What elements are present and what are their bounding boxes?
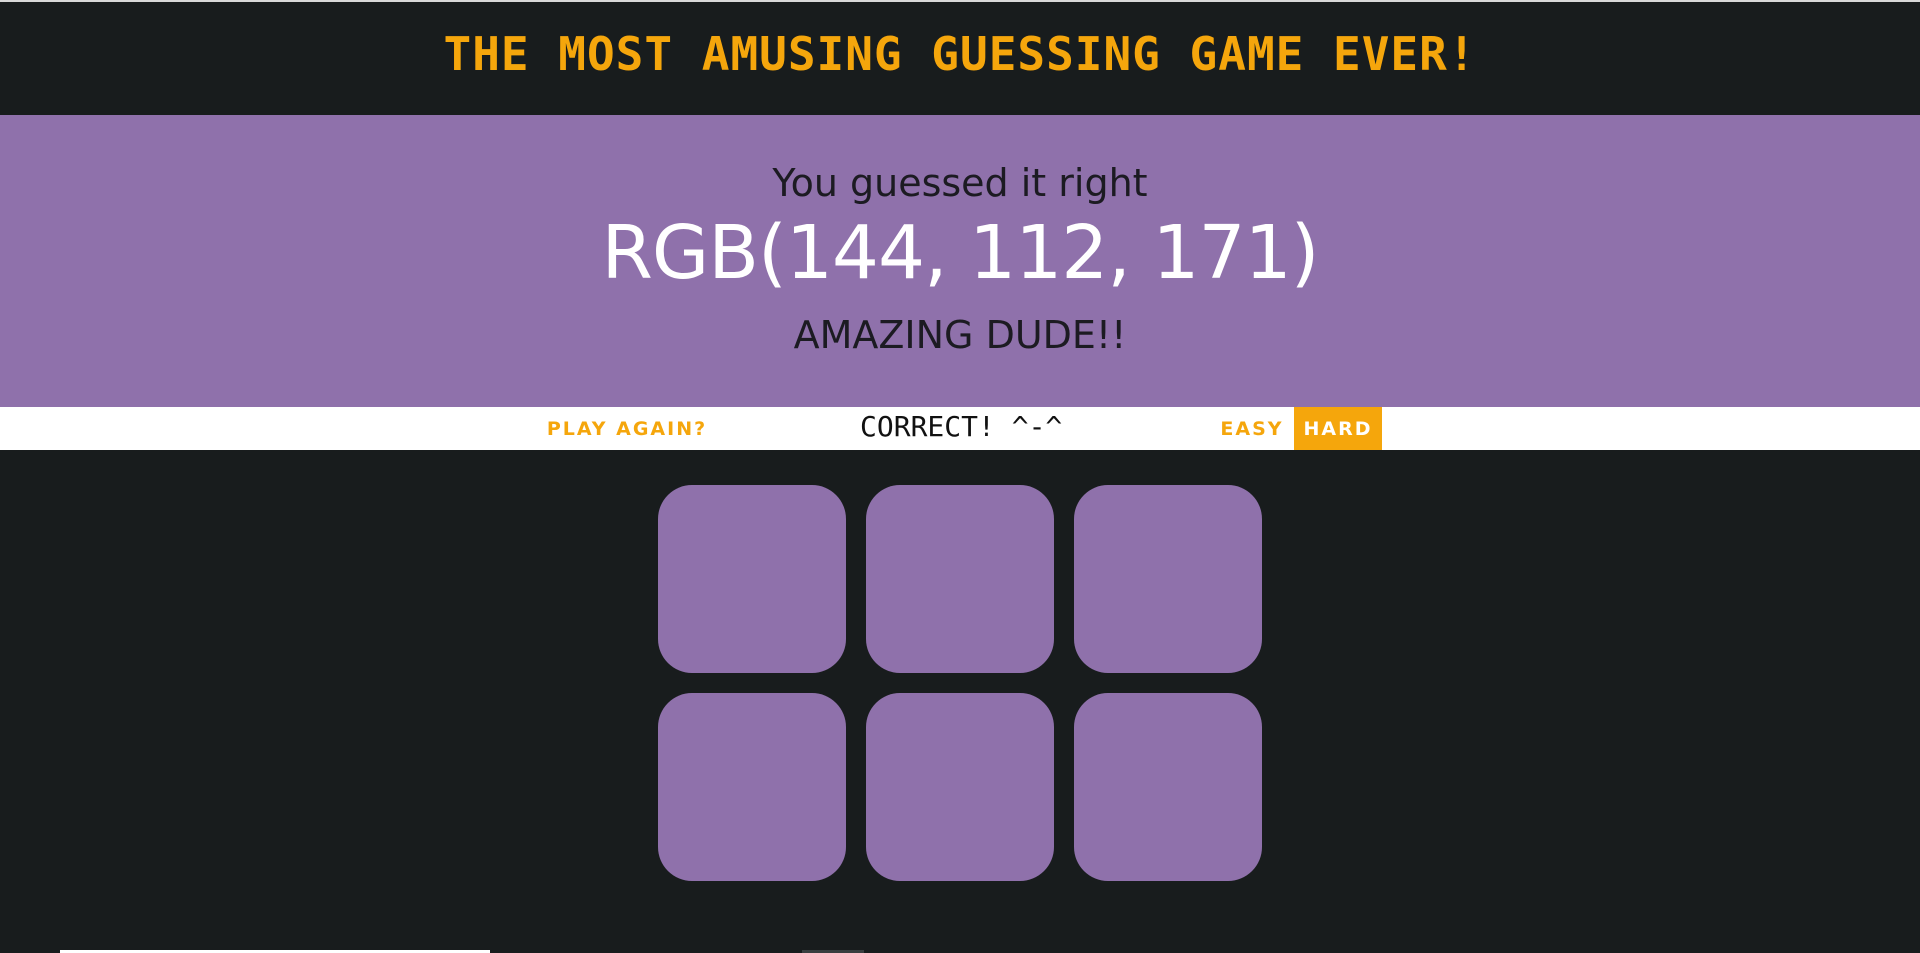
rgb-value-display: RGB(144, 112, 171)	[601, 210, 1319, 296]
easy-mode-button[interactable]: EASY	[1210, 407, 1294, 450]
result-message: You guessed it right	[772, 161, 1148, 205]
color-square[interactable]	[1074, 693, 1262, 881]
result-banner: You guessed it right RGB(144, 112, 171) …	[0, 115, 1920, 407]
color-square[interactable]	[866, 485, 1054, 673]
game-title: THE MOST AMUSING GUESSING GAME EVER!	[443, 26, 1477, 81]
praise-message: AMAZING DUDE!!	[793, 313, 1127, 357]
color-square[interactable]	[658, 485, 846, 673]
control-stripe: PLAY AGAIN? CORRECT! ^-^ EASY HARD	[0, 407, 1920, 450]
color-square-grid	[658, 485, 1262, 881]
color-square[interactable]	[1074, 485, 1262, 673]
color-square[interactable]	[866, 693, 1054, 881]
header: THE MOST AMUSING GUESSING GAME EVER!	[0, 0, 1920, 115]
color-square[interactable]	[658, 693, 846, 881]
status-message: CORRECT! ^-^	[860, 410, 1063, 443]
play-again-button[interactable]: PLAY AGAIN?	[532, 407, 722, 450]
hard-mode-button[interactable]: HARD	[1294, 407, 1382, 450]
